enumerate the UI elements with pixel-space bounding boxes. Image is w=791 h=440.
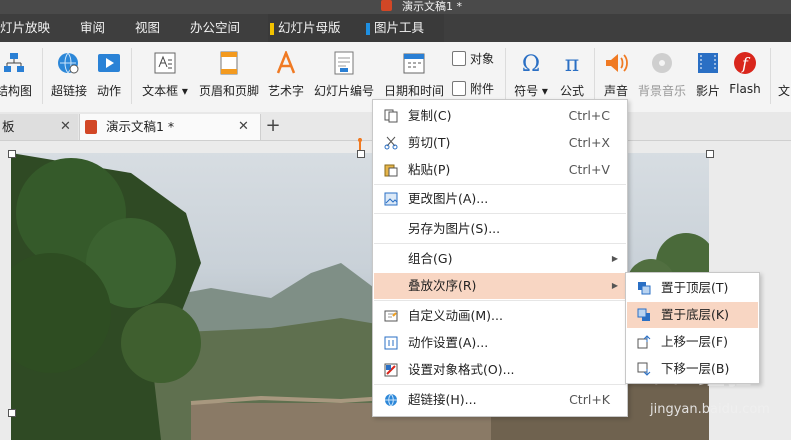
action-settings-icon xyxy=(384,336,398,350)
tab-marker-icon xyxy=(270,23,274,35)
movie-button[interactable]: 影片 xyxy=(692,42,724,112)
context-menu: 复制(C) Ctrl+C 剪切(T) Ctrl+X 粘贴(P) Ctrl+V 更… xyxy=(372,99,628,417)
hyperlink-icon xyxy=(385,393,397,407)
format-object-icon xyxy=(384,363,398,377)
header-footer-icon xyxy=(220,51,238,75)
object-icon xyxy=(452,51,466,66)
textbox-icon xyxy=(154,52,176,74)
ribbon-separator xyxy=(131,48,132,104)
slide-number-button[interactable]: 幻灯片编号 xyxy=(312,42,376,112)
rotate-handle-icon[interactable] xyxy=(357,138,363,150)
menu-item-action-settings[interactable]: 动作设置(A)... xyxy=(374,330,626,356)
text-button-partial[interactable]: 文 xyxy=(774,42,791,112)
menu-item-custom-animation[interactable]: 自定义动画(M)... xyxy=(374,303,626,329)
menu-separator xyxy=(374,243,626,244)
menu-item-group[interactable]: 组合(G) ▶ xyxy=(374,246,626,272)
svg-text:π: π xyxy=(565,52,579,75)
submenu-arrow-icon: ▶ xyxy=(611,254,618,263)
send-to-back-icon xyxy=(637,308,650,321)
menu-item-copy[interactable]: 复制(C) Ctrl+C xyxy=(374,103,626,129)
send-backward-icon xyxy=(637,362,651,376)
background-music-button[interactable]: 背景音乐 xyxy=(636,42,688,112)
wordart-icon xyxy=(276,51,296,74)
tab-marker-icon xyxy=(366,23,370,35)
menu-item-paste[interactable]: 粘贴(P) Ctrl+V xyxy=(374,157,626,183)
film-icon xyxy=(698,53,718,73)
submenu-item-send-backward[interactable]: 下移一层(B) xyxy=(627,356,758,382)
slide-number-icon xyxy=(334,51,354,75)
submenu-item-bring-forward[interactable]: 上移一层(F) xyxy=(627,329,758,355)
resize-handle[interactable] xyxy=(357,150,365,158)
tab-review[interactable]: 审阅 xyxy=(80,14,105,42)
tab-slide-master[interactable]: 幻灯片母版 xyxy=(268,14,364,42)
attachment-icon xyxy=(452,81,466,96)
menu-separator xyxy=(374,300,626,301)
speaker-icon xyxy=(606,54,628,72)
resize-handle[interactable] xyxy=(8,150,16,158)
scissors-icon xyxy=(384,136,398,150)
hyperlink-globe-icon xyxy=(58,52,79,74)
paste-icon xyxy=(384,164,398,177)
svg-text:Ω: Ω xyxy=(522,52,540,75)
tab-picture-tools-label: 图片工具 xyxy=(374,20,425,35)
submenu-item-send-to-back[interactable]: 置于底层(K) xyxy=(627,302,758,328)
watermark-url: jingyan.baidu.com xyxy=(650,402,770,417)
action-play-icon xyxy=(98,54,120,72)
ribbon-separator xyxy=(505,48,506,104)
resize-handle[interactable] xyxy=(8,409,16,417)
submenu-item-bring-to-front[interactable]: 置于顶层(T) xyxy=(627,275,758,301)
menu-item-hyperlink[interactable]: 超链接(H)... Ctrl+K xyxy=(374,387,626,413)
tab-picture-tools[interactable]: 图片工具 xyxy=(364,14,444,42)
music-disc-icon xyxy=(652,53,672,73)
attachment-button[interactable]: 附件 xyxy=(452,80,494,98)
custom-animation-icon xyxy=(384,310,398,322)
menu-separator xyxy=(374,384,626,385)
submenu-arrow-icon: ▶ xyxy=(611,281,618,290)
ribbon-separator xyxy=(770,48,771,104)
menu-separator xyxy=(374,213,626,214)
bring-forward-icon xyxy=(637,335,651,349)
flash-button[interactable]: f Flash xyxy=(728,42,762,112)
wordart-button[interactable]: 艺术字 xyxy=(264,42,308,112)
presentation-icon xyxy=(381,0,392,11)
calendar-icon xyxy=(403,53,425,74)
tab-slide-master-label: 幻灯片母版 xyxy=(278,20,341,35)
order-submenu: 置于顶层(T) 置于底层(K) 上移一层(F) 下移一层(B) xyxy=(625,272,760,384)
flash-icon: f xyxy=(734,52,756,74)
ribbon-separator xyxy=(42,48,43,104)
doc-tab-template[interactable]: 板 ✕ xyxy=(0,114,78,140)
close-icon[interactable]: ✕ xyxy=(60,114,71,140)
resize-handle[interactable] xyxy=(706,150,714,158)
pi-icon: π xyxy=(565,52,579,75)
new-tab-button[interactable]: + xyxy=(263,112,283,140)
window-title: 演示文稿1 * xyxy=(402,0,462,13)
bring-to-front-icon xyxy=(638,282,651,295)
menu-bar: 灯片放映 审阅 视图 办公空间 幻灯片母版 图片工具 xyxy=(0,14,791,42)
textbox-button[interactable]: 文本框 ▾ xyxy=(138,42,192,112)
header-footer-button[interactable]: 页眉和页脚 xyxy=(196,42,262,112)
action-button[interactable]: 动作 xyxy=(92,42,126,112)
tab-office-space[interactable]: 办公空间 xyxy=(190,14,240,42)
menu-item-save-as-picture[interactable]: 另存为图片(S)... xyxy=(374,216,626,242)
menu-item-format-object[interactable]: 设置对象格式(O)... xyxy=(374,357,626,383)
tab-view[interactable]: 视图 xyxy=(135,14,160,42)
menu-item-order[interactable]: 叠放次序(R) ▶ xyxy=(374,273,626,299)
copy-icon xyxy=(384,109,398,123)
tab-slideshow[interactable]: 灯片放映 xyxy=(0,14,50,42)
omega-icon: Ω xyxy=(522,52,540,75)
object-button[interactable]: 对象 xyxy=(452,50,494,68)
menu-separator xyxy=(374,184,626,185)
menu-item-cut[interactable]: 剪切(T) Ctrl+X xyxy=(374,130,626,156)
menu-item-change-picture[interactable]: 更改图片(A)... xyxy=(374,186,626,212)
change-picture-icon xyxy=(384,192,398,206)
org-chart-button[interactable]: 结构图 xyxy=(0,42,36,112)
presentation-icon xyxy=(85,120,97,134)
hyperlink-button[interactable]: 超链接 xyxy=(48,42,90,112)
title-bar: 演示文稿1 * xyxy=(0,0,791,14)
close-icon[interactable]: ✕ xyxy=(238,114,249,140)
org-chart-icon xyxy=(4,53,24,72)
doc-tab-presentation[interactable]: 演示文稿1 * ✕ xyxy=(79,114,261,140)
ribbon-separator xyxy=(594,48,595,104)
